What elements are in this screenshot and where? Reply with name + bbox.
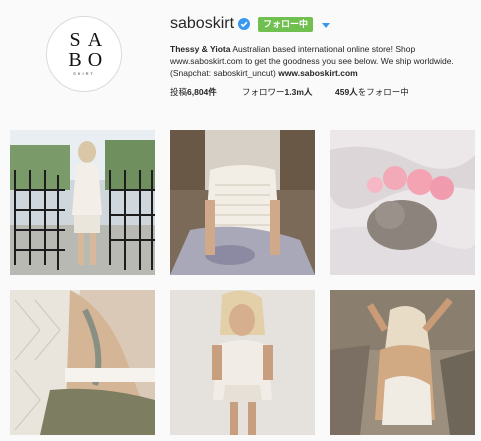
verified-badge-icon xyxy=(238,18,250,30)
logo-letter-o: O xyxy=(87,49,103,71)
posts-count: 投稿6,804件 xyxy=(170,85,217,99)
posts-label: 投稿 xyxy=(170,87,188,97)
post-thumbnail-1[interactable] xyxy=(10,130,155,275)
website-link[interactable]: www.saboskirt.com xyxy=(278,68,358,78)
profile-bio: Thessy & Yiota Australian based internat… xyxy=(170,43,470,79)
bio-name: Thessy & Yiota xyxy=(170,44,231,54)
posts-value: 6,804件 xyxy=(187,87,217,97)
post-thumbnail-4[interactable] xyxy=(10,290,155,435)
bio-line-1-text: Australian based international online st… xyxy=(230,44,416,54)
bio-line-3: (Snapchat: saboskirt_uncut) www.saboskir… xyxy=(170,67,470,79)
followers-value: 1.3m人 xyxy=(284,87,313,97)
bio-line-1: Thessy & Yiota Australian based internat… xyxy=(170,43,470,55)
profile-header: S A B O SKIRT saboskirt フォロー中 Thessy & Y… xyxy=(0,0,481,110)
profile-stats: 投稿6,804件 フォロワー1.3m人 459人をフォロー中 xyxy=(170,85,470,99)
following-link[interactable]: 459人をフォロー中 xyxy=(335,85,409,99)
dropdown-arrow-icon[interactable] xyxy=(320,18,332,30)
logo-letter-s: S xyxy=(69,29,81,51)
profile-username: saboskirt xyxy=(170,15,235,32)
post-thumbnail-6[interactable] xyxy=(330,290,475,435)
post-thumbnail-2[interactable] xyxy=(170,130,315,275)
avatar-logo: S A B O xyxy=(65,30,105,70)
bio-snapchat: (Snapchat: saboskirt_uncut) xyxy=(170,68,279,78)
logo-subtitle: SKIRT xyxy=(73,71,95,76)
following-label: をフォロー中 xyxy=(357,87,409,97)
profile-avatar[interactable]: S A B O SKIRT xyxy=(46,16,122,92)
post-thumbnail-5[interactable] xyxy=(170,290,315,435)
following-button[interactable]: フォロー中 xyxy=(258,17,314,32)
post-thumbnail-3[interactable] xyxy=(330,130,475,275)
followers-label: フォロワー xyxy=(242,87,285,97)
logo-letter-b: B xyxy=(68,49,82,71)
following-value: 459人 xyxy=(335,87,358,97)
bio-line-2: www.saboskirt.com to get the goodness yo… xyxy=(170,56,454,66)
logo-letter-a: A xyxy=(87,29,103,51)
followers-link[interactable]: フォロワー1.3m人 xyxy=(242,85,312,99)
